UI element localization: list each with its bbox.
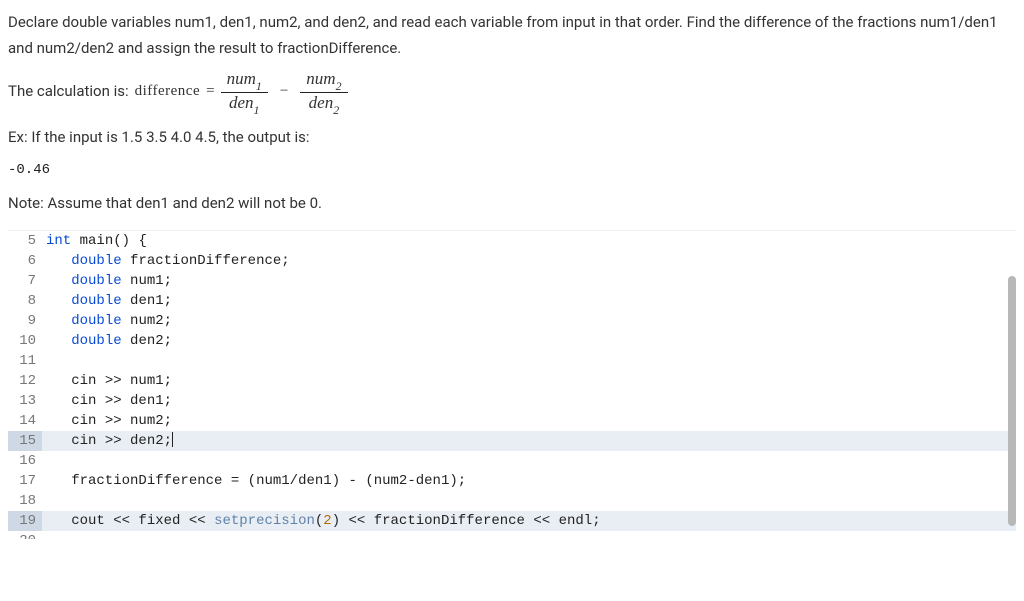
code-line[interactable] — [42, 451, 1016, 471]
line-number: 6 — [8, 251, 42, 271]
problem-statement: Declare double variables num1, den1, num… — [8, 10, 1016, 216]
line-number: 12 — [8, 371, 42, 391]
example-lead: Ex: If the input is 1.5 3.5 4.0 4.5, the… — [8, 125, 1016, 151]
line-number: 19 — [8, 511, 42, 531]
line-number: 14 — [8, 411, 42, 431]
line-number: 13 — [8, 391, 42, 411]
code-line[interactable]: int main() { — [42, 231, 1016, 251]
code-line[interactable] — [42, 351, 1016, 371]
code-line[interactable] — [42, 491, 1016, 511]
code-line[interactable]: double num2; — [42, 311, 1016, 331]
line-number: 18 — [8, 491, 42, 511]
difference-word: difference — [135, 79, 201, 105]
scrollbar[interactable] — [1006, 231, 1016, 551]
code-line[interactable] — [42, 531, 1016, 551]
line-number: 10 — [8, 331, 42, 351]
example-output: -0.46 — [8, 159, 1016, 183]
calc-lead: The calculation is: — [8, 79, 129, 105]
line-number: 15 — [8, 431, 42, 451]
code-line[interactable]: double fractionDifference; — [42, 251, 1016, 271]
code-editor[interactable]: 5int main() {6 double fractionDifference… — [8, 230, 1016, 551]
equals-sign: = — [206, 79, 214, 105]
line-number: 20 — [8, 531, 42, 539]
code-line[interactable]: cin >> den1; — [42, 391, 1016, 411]
scrollbar-thumb[interactable] — [1008, 276, 1016, 526]
code-line[interactable]: cin >> num2; — [42, 411, 1016, 431]
text-caret — [172, 432, 173, 447]
code-line[interactable]: double den1; — [42, 291, 1016, 311]
line-number: 11 — [8, 351, 42, 371]
code-line[interactable]: cout << fixed << setprecision(2) << frac… — [42, 511, 1016, 531]
fraction-2: num2 den2 — [300, 69, 347, 115]
minus-sign: − — [274, 79, 294, 105]
code-line[interactable]: cin >> den2; — [42, 431, 1016, 451]
line-number: 7 — [8, 271, 42, 291]
code-line[interactable]: fractionDifference = (num1/den1) - (num2… — [42, 471, 1016, 491]
formula: The calculation is: difference = num1 de… — [8, 69, 1016, 115]
line-number: 9 — [8, 311, 42, 331]
fraction-1: num1 den1 — [221, 69, 268, 115]
line-number: 17 — [8, 471, 42, 491]
line-number: 8 — [8, 291, 42, 311]
line-number: 5 — [8, 231, 42, 251]
code-line[interactable]: double den2; — [42, 331, 1016, 351]
code-line[interactable]: cin >> num1; — [42, 371, 1016, 391]
problem-p1: Declare double variables num1, den1, num… — [8, 10, 1016, 61]
note: Note: Assume that den1 and den2 will not… — [8, 191, 1016, 217]
line-number: 16 — [8, 451, 42, 471]
code-line[interactable]: double num1; — [42, 271, 1016, 291]
